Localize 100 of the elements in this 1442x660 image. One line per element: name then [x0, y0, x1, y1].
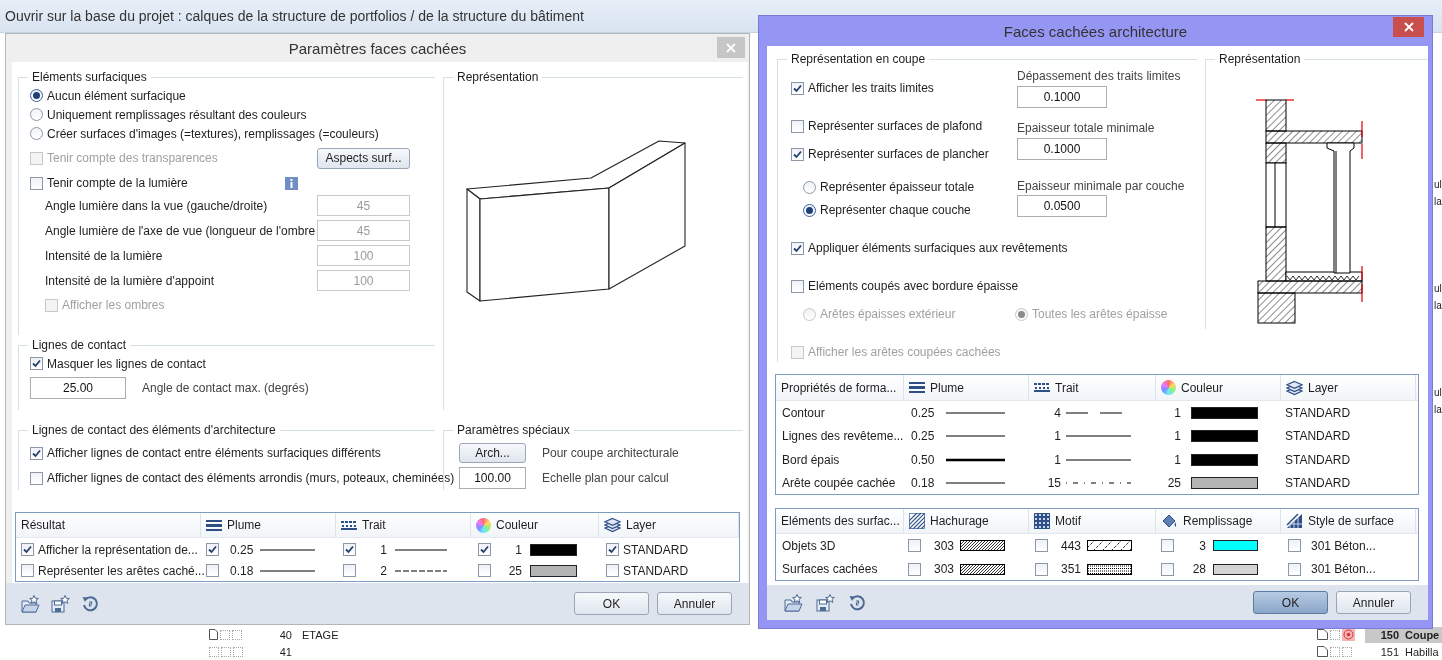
close-icon [726, 42, 736, 53]
checkbox[interactable] [908, 562, 921, 576]
checkbox[interactable] [343, 564, 356, 577]
checkbox[interactable] [343, 543, 356, 556]
close-button[interactable] [1393, 17, 1424, 37]
radio-label[interactable]: Créer surfaces d'images (=textures), remplissages (=couleurs) [47, 126, 379, 141]
reset-icon[interactable] [848, 593, 866, 612]
layers-icon [604, 517, 621, 533]
empty-slot-icon [1342, 646, 1352, 657]
checkmark-icon [607, 544, 618, 555]
checkbox[interactable] [1161, 539, 1174, 553]
empty-slot-icon [220, 629, 230, 640]
color-value: 25 [507, 563, 522, 578]
radio-button[interactable] [803, 203, 816, 217]
checkbox[interactable]: Tenir compte de la lumière [30, 176, 285, 190]
list-row[interactable]: 151 Habilla [1365, 643, 1442, 660]
column-header: Couleur [496, 518, 539, 532]
checkbox[interactable] [478, 564, 491, 577]
paint-bucket-icon [1161, 513, 1178, 529]
checkmark-icon [792, 242, 803, 254]
radio-button[interactable] [803, 180, 816, 194]
cancel-button[interactable]: Annuler [657, 592, 732, 615]
row-label: Objets 3D [782, 538, 836, 553]
checkbox[interactable]: STANDARD [606, 563, 689, 578]
row-number: 40 [278, 628, 292, 641]
save-star-icon[interactable] [816, 593, 836, 612]
column-header: Eléments des surfac... [781, 514, 900, 528]
checkbox[interactable]: Masquer les lignes de contact [30, 356, 206, 371]
dialog-title: Faces cachées architecture [1003, 22, 1188, 40]
hatch-icon [909, 513, 925, 529]
radio-label[interactable]: Représenter épaisseur totale [820, 180, 975, 194]
checkbox[interactable] [206, 543, 219, 556]
color-value: 1 [514, 542, 522, 557]
empty-slot-icon [232, 629, 242, 640]
number-field[interactable]: 100.00 [459, 467, 526, 489]
checkbox[interactable]: Représenter les arêtes caché... [21, 563, 205, 578]
radio-button[interactable] [30, 108, 43, 121]
number-field[interactable]: 25.00 [30, 377, 126, 399]
field-label: Angle de contact max. (degrés) [142, 381, 309, 395]
empty-slot-icon [221, 646, 231, 657]
checkbox[interactable]: Représenter surfaces de plancher [791, 147, 989, 161]
folder-star-icon[interactable] [784, 593, 804, 612]
arch-button[interactable]: Arch... [459, 443, 526, 463]
pen-value: 0.25 [911, 405, 936, 420]
checkmark-icon [479, 544, 490, 555]
window-title: Ouvrir sur la base du projet : calques de la structure de portfolios / de la structure du bâtiment [5, 8, 584, 24]
radio-label[interactable]: Aucun élément surfacique [47, 88, 186, 103]
number-field[interactable]: 0.1000 [1017, 86, 1107, 108]
field-label: Epaisseur minimale par couche [1017, 179, 1186, 193]
group-title: Lignes de contact [28, 338, 131, 353]
color-wheel-icon [476, 517, 491, 533]
number-field[interactable]: 0.0500 [1017, 195, 1107, 217]
checkbox[interactable]: Appliquer éléments surfaciques aux revêtements [791, 241, 1068, 255]
page-icon [209, 629, 218, 640]
row-label: Bord épais [782, 452, 840, 467]
checkbox[interactable]: 301 Béton... [1288, 562, 1376, 577]
checkbox[interactable] [908, 539, 921, 553]
ok-button[interactable]: OK [574, 592, 649, 615]
checkbox[interactable]: Représenter surfaces de plafond [791, 119, 983, 133]
column-header: Trait [1055, 380, 1079, 395]
checkbox[interactable] [478, 543, 491, 556]
aspects-button[interactable]: Aspects surf... [317, 147, 410, 169]
reset-icon[interactable] [81, 594, 99, 613]
radio-label[interactable]: Représenter chaque couche [820, 203, 971, 217]
checkbox[interactable]: Afficher lignes de contact entre éléments surfaciques différents [30, 446, 381, 460]
button-note: Pour coupe architecturale [542, 446, 679, 460]
line-value: 1 [1053, 429, 1061, 444]
checkbox[interactable]: 301 Béton... [1288, 538, 1376, 553]
layers-icon [1286, 379, 1303, 396]
cut-text: la [1434, 299, 1442, 313]
checkmark-icon [792, 82, 803, 94]
checkmark-icon [22, 544, 33, 555]
pen-lines-icon [206, 519, 222, 531]
number-field[interactable]: 0.1000 [1017, 138, 1107, 160]
checkbox[interactable]: Afficher lignes de contact des éléments arrondis (murs, poteaux, cheminées) [30, 471, 455, 485]
checkbox[interactable]: Afficher les traits limites [791, 81, 934, 95]
pen-value: 0.25 [911, 429, 936, 444]
checkbox[interactable] [206, 564, 219, 577]
page-icon [1317, 646, 1328, 657]
column-header: Plume [227, 518, 261, 532]
checkbox[interactable] [1035, 539, 1048, 553]
checkbox[interactable]: Eléments coupés avec bordure épaisse [791, 279, 1019, 293]
ok-button[interactable]: OK [1253, 591, 1328, 614]
info-icon[interactable] [285, 176, 298, 190]
radio-button[interactable] [30, 127, 43, 140]
checkbox[interactable] [1035, 562, 1048, 576]
layer-name: STANDARD [1285, 405, 1351, 420]
radio-button[interactable] [30, 89, 43, 102]
save-star-icon[interactable] [51, 594, 71, 613]
pen-value: 0.50 [911, 452, 936, 467]
folder-star-icon[interactable] [21, 594, 41, 613]
cancel-button[interactable]: Annuler [1336, 591, 1411, 614]
color-value: 1 [1173, 452, 1181, 467]
checkbox[interactable]: Afficher la représentation de... [21, 542, 198, 557]
checkbox[interactable]: STANDARD [606, 542, 689, 557]
radio-label[interactable]: Uniquement remplissages résultant des couleurs [47, 107, 307, 122]
color-wheel-icon [1161, 380, 1176, 395]
row-label: Arête coupée cachée [782, 476, 896, 491]
checkbox[interactable] [1161, 562, 1174, 576]
field-label: Intensité de la lumière d'appoint [45, 273, 215, 288]
